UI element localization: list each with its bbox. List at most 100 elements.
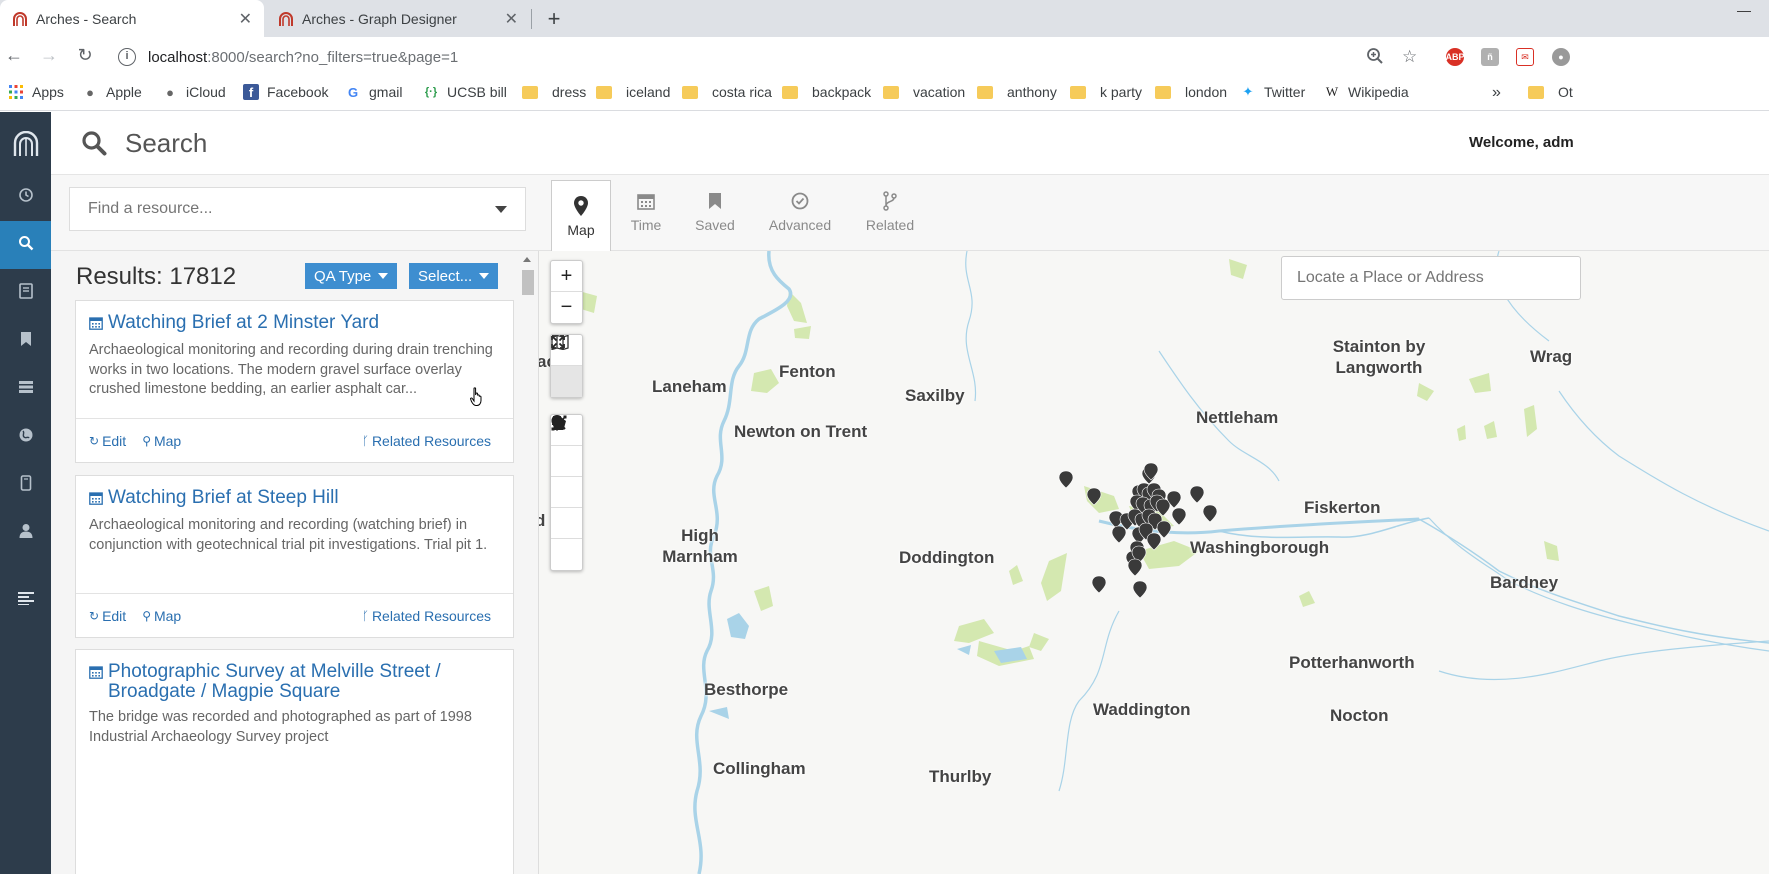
tab-graph-designer[interactable]: Arches - Graph Designer ✕ [266, 0, 530, 37]
edit-link[interactable]: ↻ Edit [89, 433, 126, 449]
bookmark-apps[interactable]: Apps [8, 84, 64, 100]
bookmark-gmail[interactable]: Ggmail [345, 84, 403, 100]
calendar-icon [89, 490, 103, 510]
reload-icon[interactable]: ↻ [73, 45, 97, 66]
bookmarks-overflow[interactable]: » [1492, 84, 1501, 102]
extension-icon[interactable]: ✉ [1516, 48, 1534, 66]
locate-place-input[interactable] [1297, 269, 1565, 287]
sidebar-item-search[interactable] [0, 221, 51, 269]
new-tab-button[interactable]: + [539, 0, 569, 37]
folder-icon [596, 85, 612, 99]
address-bar[interactable]: i localhost:8000/search?no_filters=true&… [118, 41, 1558, 73]
chevron-down-icon[interactable] [495, 205, 507, 213]
sidebar-item-bookmarks[interactable] [0, 317, 51, 365]
calendar-icon [89, 664, 103, 702]
extension-icon[interactable]: ● [1552, 48, 1570, 66]
related-resources-link[interactable]: ᚴ Related Resources [362, 608, 491, 624]
result-title[interactable]: Watching Brief at Steep Hill [89, 488, 500, 510]
close-icon[interactable]: ✕ [505, 9, 518, 29]
refresh-icon: ↻ [89, 608, 100, 623]
tab-title: Arches - Search [36, 10, 137, 27]
place-label: Waddington [1093, 700, 1191, 719]
scroll-up-icon[interactable] [523, 257, 531, 262]
search-icon [81, 130, 107, 161]
result-title[interactable]: Watching Brief at 2 Minster Yard [89, 313, 500, 335]
map-view[interactable]: Fenton Laneham Saxilby Newton on Trent N… [539, 251, 1769, 874]
map-link[interactable]: ⚲ Map [142, 608, 181, 624]
result-title[interactable]: Photographic Survey at Melville Street /… [89, 662, 500, 702]
bookmark-icon [20, 331, 32, 352]
bookmark-k-party[interactable]: k party [1070, 84, 1142, 100]
bookmark-twitter[interactable]: ✦ Twitter [1240, 84, 1306, 100]
select-dropdown[interactable]: Select... [409, 263, 499, 289]
star-icon[interactable]: ☆ [1402, 47, 1417, 67]
bookmark-anthony[interactable]: anthony [977, 84, 1057, 100]
results-count: Results: 17812 [76, 263, 237, 290]
zoom-in-button[interactable]: + [551, 261, 582, 292]
resource-search-input[interactable] [88, 200, 495, 218]
map-search-button[interactable] [551, 415, 582, 570]
extension-icon[interactable]: ñ [1481, 48, 1499, 66]
tab-arches-search[interactable]: Arches - Search ✕ [0, 0, 264, 37]
bookmark-london[interactable]: london [1155, 84, 1227, 100]
sidebar-item-database[interactable] [0, 365, 51, 413]
sidebar-item-menu[interactable] [0, 576, 51, 624]
zoom-controls: + − [550, 260, 583, 324]
bookmark-backpack[interactable]: backpack [782, 84, 871, 100]
basemap-button[interactable] [551, 335, 582, 397]
branch-icon: ᚴ [361, 608, 369, 623]
bookmark-iceland[interactable]: iceland [596, 84, 670, 100]
info-icon[interactable]: i [118, 48, 136, 66]
tab-map[interactable]: Map [551, 180, 611, 251]
bookmark-wikipedia[interactable]: W Wikipedia [1324, 84, 1409, 100]
close-icon[interactable]: ✕ [239, 9, 252, 29]
locate-place-field[interactable] [1281, 256, 1581, 300]
place-label: Nettleham [1196, 408, 1279, 427]
folder-icon [782, 85, 798, 99]
results-scrollbar[interactable] [521, 259, 535, 874]
place-label: Wrag [1530, 347, 1573, 366]
sidebar-item-mobile[interactable] [0, 461, 51, 509]
back-arrow-icon[interactable]: ← [2, 45, 26, 66]
resource-search-field[interactable] [69, 187, 526, 231]
bookmark-vacation[interactable]: vacation [883, 84, 965, 100]
arches-logo-icon[interactable] [0, 112, 51, 175]
qa-type-dropdown[interactable]: QA Type [305, 263, 398, 289]
sidebar-item-recent[interactable] [0, 173, 51, 221]
sidebar-item-map[interactable] [0, 413, 51, 461]
draw-point-button[interactable] [551, 415, 582, 477]
welcome-user[interactable]: Welcome, adm [1469, 134, 1574, 151]
bookmark-dress[interactable]: dress [522, 84, 586, 100]
forward-arrow-icon[interactable]: → [37, 45, 61, 66]
folder-icon [682, 85, 698, 99]
place-label: Fenton [779, 362, 836, 381]
scrollbar-thumb[interactable] [522, 270, 534, 295]
bookmark-ucsb-bill[interactable]: {·} UCSB bill [423, 84, 507, 100]
tab-related[interactable]: Related [863, 180, 917, 242]
draw-line-button[interactable] [551, 415, 582, 508]
zoom-icon[interactable] [1366, 47, 1384, 70]
zoom-out-button[interactable]: − [551, 292, 582, 323]
tab-saved[interactable]: Saved [689, 180, 741, 242]
results-panel: Results: 17812 QA Type Select... Watchin… [51, 251, 539, 874]
related-resources-link[interactable]: ᚴ Related Resources [362, 433, 491, 449]
bookmark-facebook[interactable]: f Facebook [243, 84, 328, 100]
tab-advanced[interactable]: Advanced [763, 180, 837, 242]
bookmark-other[interactable]: Ot [1528, 84, 1573, 100]
edit-link[interactable]: ↻ Edit [89, 608, 126, 624]
minimize-icon[interactable]: — [1737, 2, 1751, 18]
tab-time[interactable]: Time [621, 180, 671, 242]
place-label: Bardney [1490, 573, 1559, 592]
adblock-icon[interactable]: ABP [1446, 48, 1465, 66]
bookmark-apple[interactable]: ● Apple [82, 84, 142, 100]
map-marker-icon: ⚲ [142, 433, 151, 448]
bookmark-costa-rica[interactable]: costa rica [682, 84, 772, 100]
sidebar-item-resources[interactable] [0, 269, 51, 317]
sidebar-item-profile[interactable] [0, 509, 51, 557]
bookmark-icloud[interactable]: ● iCloud [162, 84, 226, 100]
place-label: Nocton [1330, 706, 1389, 725]
draw-polygon-button[interactable] [551, 416, 582, 539]
arches-favicon-icon [12, 11, 28, 27]
place-label: Potterhanworth [1289, 653, 1415, 672]
map-link[interactable]: ⚲ Map [142, 433, 181, 449]
